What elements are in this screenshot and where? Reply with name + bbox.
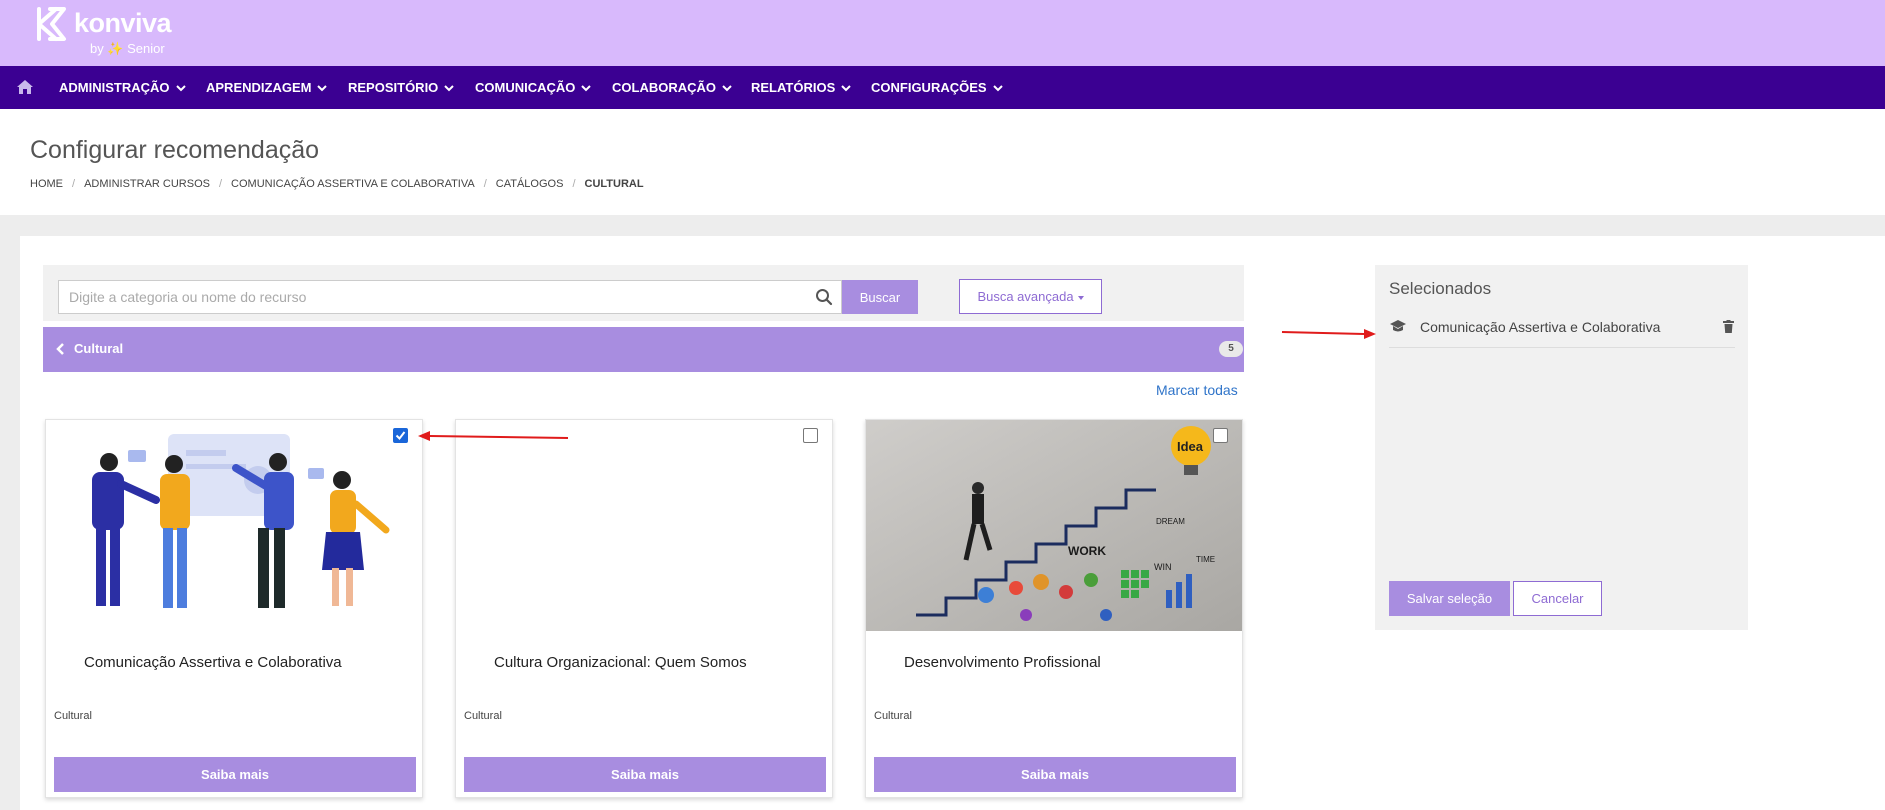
top-header: konviva by ✨ Senior (0, 0, 1885, 66)
main-navbar: ADMINISTRAÇÃO APRENDIZAGEM REPOSITÓRIO C… (0, 66, 1885, 109)
nav-label: COMUNICAÇÃO (475, 80, 576, 95)
stairs-idea-photo: Idea WORK DREAM WIN TIME (866, 420, 1242, 631)
saiba-mais-button[interactable]: Saiba mais (874, 757, 1236, 792)
mark-all-link[interactable]: Marcar todas (1156, 382, 1238, 398)
saiba-mais-button[interactable]: Saiba mais (54, 757, 416, 792)
breadcrumb-separator: / (483, 178, 487, 190)
cancel-button[interactable]: Cancelar (1513, 581, 1602, 616)
category-header[interactable]: Cultural 5 (43, 327, 1244, 372)
team-collaboration-illustration (92, 434, 390, 608)
chevron-down-icon (175, 85, 186, 92)
image-text-time: TIME (1196, 555, 1215, 564)
nav-administracao[interactable]: ADMINISTRAÇÃO (59, 66, 186, 109)
nav-label: ADMINISTRAÇÃO (59, 80, 170, 95)
card-title: Desenvolvimento Profissional (904, 654, 1101, 671)
nav-label: RELATÓRIOS (751, 80, 836, 95)
brand-byline: by ✨ Senior (90, 41, 165, 56)
nav-configuracoes[interactable]: CONFIGURAÇÕES (871, 66, 1003, 109)
course-card: Comunicação Assertiva e Colaborativa Cul… (45, 419, 423, 798)
chevron-down-icon (992, 85, 1003, 92)
caret-down-icon (1077, 295, 1084, 300)
card-checkbox[interactable] (803, 428, 818, 443)
course-card: Idea WORK DREAM WIN TIME Desenvolvimento… (865, 419, 1243, 798)
nav-aprendizagem[interactable]: APRENDIZAGEM (206, 66, 328, 109)
nav-relatorios[interactable]: RELATÓRIOS (751, 66, 851, 109)
nav-label: REPOSITÓRIO (348, 80, 439, 95)
nav-label: COLABORAÇÃO (612, 80, 716, 95)
image-text-work: WORK (1068, 544, 1106, 558)
breadcrumb-home[interactable]: HOME (30, 178, 63, 190)
nav-label: APRENDIZAGEM (206, 80, 312, 95)
breadcrumb-separator: / (218, 178, 223, 190)
nav-comunicacao[interactable]: COMUNICAÇÃO (475, 66, 592, 109)
chevron-left-icon[interactable] (55, 342, 65, 356)
graduation-cap-icon (1390, 320, 1406, 332)
save-selection-button[interactable]: Salvar seleção (1389, 581, 1510, 616)
search-input[interactable] (58, 280, 842, 314)
card-category: Cultural (54, 710, 92, 722)
breadcrumb-current: CULTURAL (584, 178, 644, 190)
card-checkbox[interactable] (1213, 428, 1228, 443)
card-category: Cultural (464, 710, 502, 722)
image-text-dream: DREAM (1156, 517, 1185, 526)
nav-colaboracao[interactable]: COLABORAÇÃO (612, 66, 732, 109)
course-card: Cultura Organizacional: Quem Somos Cultu… (455, 419, 833, 798)
brand-name: konviva (74, 8, 172, 38)
home-icon[interactable] (16, 78, 34, 96)
chevron-down-icon (317, 85, 328, 92)
konviva-logo[interactable]: konviva by ✨ Senior (36, 4, 176, 62)
selected-panel-title: Selecionados (1389, 279, 1492, 298)
checkmark-icon (395, 431, 406, 441)
advanced-search-button[interactable]: Busca avançada (959, 279, 1102, 314)
category-count-badge: 5 (1219, 341, 1243, 357)
selected-item: Comunicação Assertiva e Colaborativa (1389, 315, 1735, 348)
search-icon[interactable] (815, 288, 833, 306)
konviva-k-icon (37, 7, 66, 41)
search-button[interactable]: Buscar (842, 280, 918, 314)
nav-label: CONFIGURAÇÕES (871, 80, 987, 95)
breadcrumb-administrar-cursos[interactable]: ADMINISTRAR CURSOS (84, 178, 210, 190)
nav-repositorio[interactable]: REPOSITÓRIO (348, 66, 455, 109)
page-header: Configurar recomendação HOME / ADMINISTRAR… (0, 109, 1885, 215)
chevron-down-icon (581, 85, 592, 92)
page-title: Configurar recomendação (30, 136, 320, 164)
breadcrumb-catalogos[interactable]: CATÁLOGOS (496, 178, 564, 190)
course-image-team (46, 420, 422, 631)
advanced-search-label: Busca avançada (977, 289, 1074, 304)
category-label: Cultural (74, 341, 124, 356)
image-text-win: WIN (1154, 562, 1172, 572)
chevron-down-icon (444, 85, 455, 92)
saiba-mais-button[interactable]: Saiba mais (464, 757, 826, 792)
trash-icon[interactable] (1723, 320, 1734, 333)
breadcrumb: HOME / ADMINISTRAR CURSOS / COMUNICAÇÃO ASSE… (30, 178, 644, 190)
chevron-down-icon (841, 85, 851, 92)
card-checkbox[interactable] (393, 428, 408, 443)
chevron-down-icon (722, 85, 732, 92)
course-image-blank (456, 420, 832, 631)
breadcrumb-curso[interactable]: COMUNICAÇÃO ASSERTIVA E COLABORATIVA (231, 178, 475, 190)
card-title: Cultura Organizacional: Quem Somos (494, 654, 747, 671)
card-title: Comunicação Assertiva e Colaborativa (84, 654, 342, 671)
breadcrumb-separator: / (572, 178, 576, 190)
selected-item-label: Comunicação Assertiva e Colaborativa (1420, 319, 1661, 335)
breadcrumb-separator: / (72, 178, 76, 190)
card-category: Cultural (874, 710, 912, 722)
course-image-stairs: Idea WORK DREAM WIN TIME (866, 420, 1242, 631)
selected-panel: Selecionados Comunicação Assertiva e Col… (1375, 265, 1748, 630)
image-text-idea: Idea (1177, 439, 1204, 454)
